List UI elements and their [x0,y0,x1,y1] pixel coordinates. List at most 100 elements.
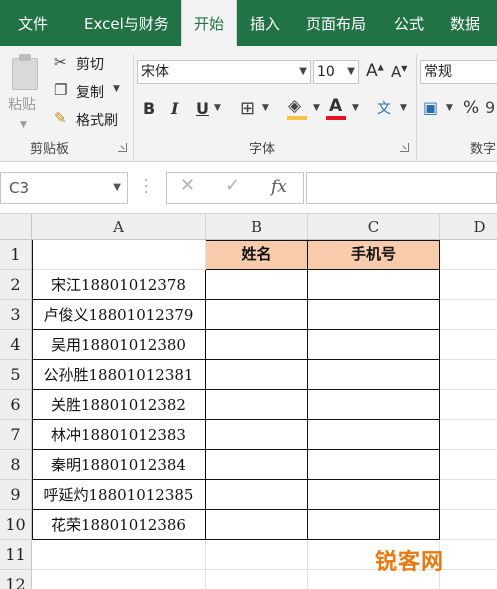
underline-button[interactable]: U [196,99,209,118]
phonetic-dropdown-icon[interactable]: ▼ [400,103,407,113]
tab-data[interactable]: 数据 [450,0,480,46]
cell-a9[interactable]: 呼延灼18801012385 [32,480,206,510]
font-color-dropdown-icon[interactable]: ▼ [352,103,359,113]
cell-c2[interactable] [308,270,440,300]
cell-b9[interactable] [206,480,308,510]
row-header[interactable]: 4 [0,330,32,360]
grow-font-icon[interactable]: A▲ [366,61,384,81]
cell-a1[interactable] [32,240,206,270]
cell-c3[interactable] [308,300,440,330]
column-header-a[interactable]: A [32,214,206,240]
cell-d4[interactable] [440,330,497,360]
copy-button[interactable]: 复制 [76,82,104,102]
fill-color-icon[interactable]: ◈ [288,96,301,116]
row-header[interactable]: 6 [0,390,32,420]
accounting-dropdown-icon[interactable]: ▼ [446,103,453,113]
cell-c6[interactable] [308,390,440,420]
cell-b3[interactable] [206,300,308,330]
cell-d7[interactable] [440,420,497,450]
cell-d12[interactable] [440,570,497,589]
cell-c7[interactable] [308,420,440,450]
cell-b11[interactable] [206,540,308,570]
row-header[interactable]: 8 [0,450,32,480]
cell-a3[interactable]: 卢俊义18801012379 [32,300,206,330]
cell-d9[interactable] [440,480,497,510]
tab-home[interactable]: 开始 [181,0,237,46]
cell-d10[interactable] [440,510,497,540]
font-color-icon[interactable]: A [329,96,342,116]
number-format-select[interactable]: 常规 [420,60,497,84]
cell-a12[interactable] [32,570,206,589]
formula-input[interactable] [306,172,497,204]
cell-a5[interactable]: 公孙胜18801012381 [32,360,206,390]
cell-a2[interactable]: 宋江18801012378 [32,270,206,300]
cell-a8[interactable]: 秦明18801012384 [32,450,206,480]
format-painter-button[interactable]: 格式刷 [76,110,118,130]
tab-file[interactable]: 文件 [18,0,48,46]
paste-button-label[interactable]: 粘贴 [8,94,36,114]
row-header[interactable]: 7 [0,420,32,450]
fill-color-dropdown-icon[interactable]: ▼ [313,103,320,113]
cell-c1[interactable]: 手机号 [308,240,440,270]
shrink-font-icon[interactable]: A▼ [391,63,407,81]
cell-d3[interactable] [440,300,497,330]
paste-icon[interactable] [10,54,40,90]
accounting-format-icon[interactable]: ▣ [423,98,438,117]
cell-a10[interactable]: 花荣18801012386 [32,510,206,540]
percent-button[interactable]: % [463,98,479,118]
copy-dropdown-icon[interactable]: ▼ [113,84,120,94]
row-header[interactable]: 1 [0,240,32,270]
cell-b2[interactable] [206,270,308,300]
cell-a7[interactable]: 林冲18801012383 [32,420,206,450]
cell-b6[interactable] [206,390,308,420]
paste-dropdown-icon[interactable]: ▼ [20,120,27,130]
cell-b4[interactable] [206,330,308,360]
cell-d2[interactable] [440,270,497,300]
cell-b10[interactable] [206,510,308,540]
cell-d8[interactable] [440,450,497,480]
cell-c10[interactable] [308,510,440,540]
row-header[interactable]: 12 [0,570,32,589]
row-header[interactable]: 9 [0,480,32,510]
insert-function-icon[interactable]: fx [271,177,287,197]
column-header-d[interactable]: D [440,214,497,240]
cell-d1[interactable] [440,240,497,270]
select-all-corner[interactable] [0,214,32,240]
cell-c5[interactable] [308,360,440,390]
cancel-icon[interactable]: ✕ [180,175,195,196]
column-header-c[interactable]: C [308,214,440,240]
row-header[interactable]: 10 [0,510,32,540]
formula-bar-grip-icon[interactable]: · · · [144,174,148,200]
name-box[interactable]: C3 ▼ [0,172,128,204]
cell-a4[interactable]: 吴用18801012380 [32,330,206,360]
tab-excel-finance[interactable]: Excel与财务 [84,0,169,46]
cell-b12[interactable] [206,570,308,589]
row-header[interactable]: 2 [0,270,32,300]
cell-d6[interactable] [440,390,497,420]
italic-button[interactable]: I [171,99,178,118]
bold-button[interactable]: B [143,99,155,118]
cell-a6[interactable]: 关胜18801012382 [32,390,206,420]
cell-c4[interactable] [308,330,440,360]
cell-b8[interactable] [206,450,308,480]
row-header[interactable]: 11 [0,540,32,570]
column-header-b[interactable]: B [206,214,308,240]
comma-style-icon[interactable]: 9 [485,98,495,117]
cell-d11[interactable] [440,540,497,570]
font-launcher-icon[interactable] [400,143,409,152]
row-header[interactable]: 5 [0,360,32,390]
cell-c8[interactable] [308,450,440,480]
font-name-select[interactable]: 宋体 ▼ [137,60,311,84]
cell-a11[interactable] [32,540,206,570]
cell-b7[interactable] [206,420,308,450]
clipboard-launcher-icon[interactable] [118,143,127,152]
borders-icon[interactable]: ⊞ [240,98,255,119]
cell-b1[interactable]: 姓名 [206,240,308,270]
font-size-select[interactable]: 10 ▼ [313,60,359,84]
phonetic-guide-icon[interactable]: 文 [377,98,391,118]
cell-b5[interactable] [206,360,308,390]
tab-formulas[interactable]: 公式 [394,0,424,46]
cell-d5[interactable] [440,360,497,390]
enter-icon[interactable]: ✓ [225,175,240,196]
underline-dropdown-icon[interactable]: ▼ [214,103,221,113]
